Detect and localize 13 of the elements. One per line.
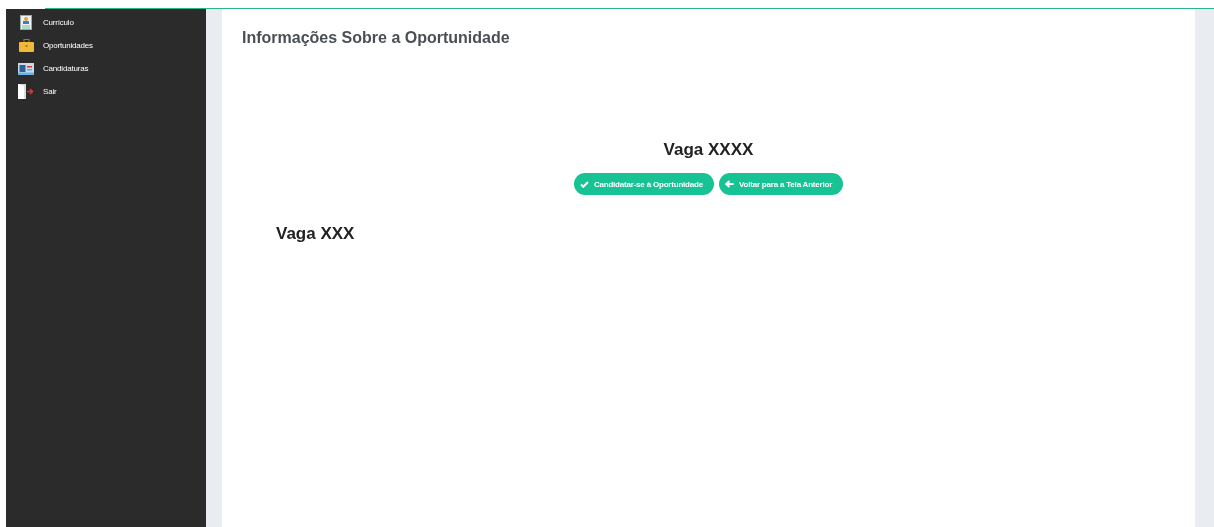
sidebar-item[interactable]: Oportunidades [6, 34, 206, 57]
sidebar-item[interactable]: Currículo [6, 11, 206, 34]
job-title: Vaga XXXX [662, 140, 755, 160]
sidebar-item[interactable]: Candidaturas [6, 57, 206, 80]
checkmark-icon [579, 180, 589, 188]
page-title: Informações Sobre a Oportunidade [242, 29, 511, 47]
document-icon [20, 15, 32, 30]
sidebar-item[interactable]: Sair [6, 80, 206, 103]
job-subtitle: Vaga XXX [276, 224, 356, 244]
arrow-left-icon [724, 180, 734, 188]
briefcase-icon [18, 39, 34, 52]
exit-door-icon [18, 84, 34, 99]
id-card-icon [18, 62, 34, 75]
